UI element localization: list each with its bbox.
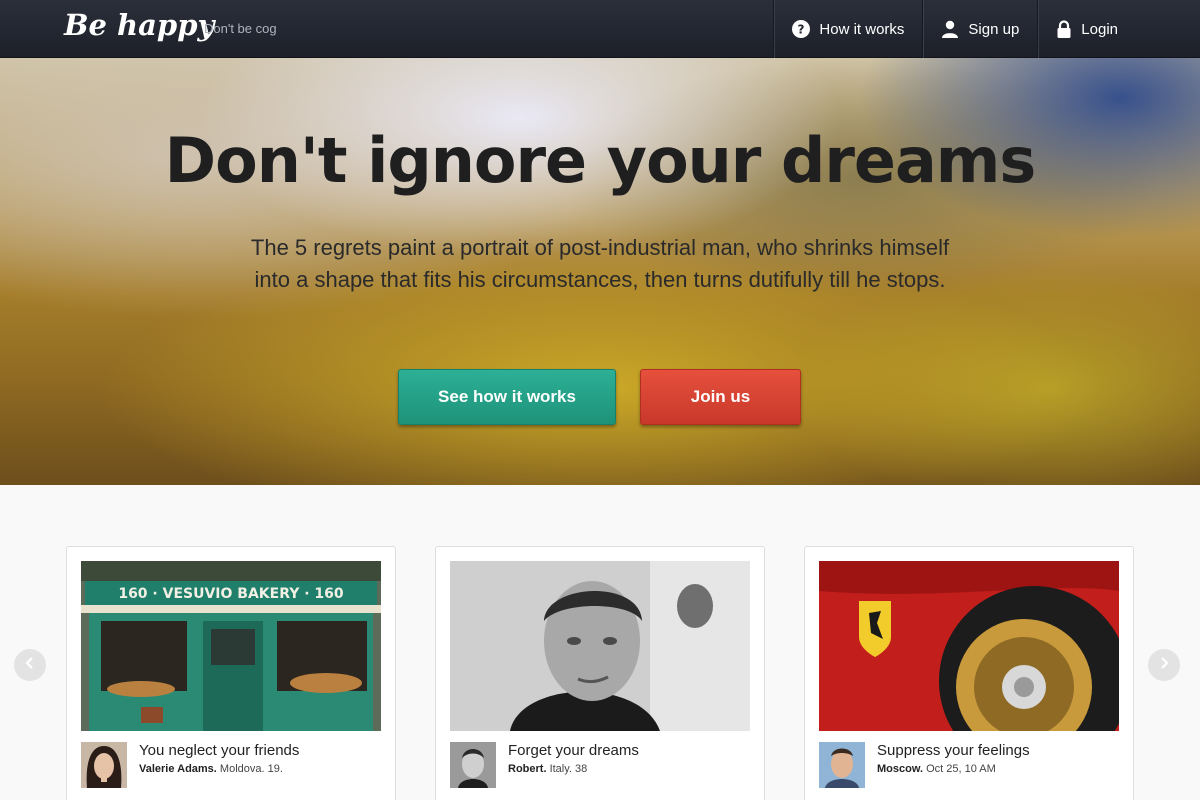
brand-logo[interactable]: Be happy bbox=[64, 8, 214, 42]
story-meta: Robert. Italy. 38 bbox=[508, 763, 587, 775]
avatar bbox=[450, 742, 496, 788]
brand-tagline: Don't be cog bbox=[204, 21, 277, 36]
story-title[interactable]: Forget your dreams bbox=[508, 742, 639, 759]
story-card[interactable]: 160 · VESUVIO BAKERY · 160 You neglect y… bbox=[66, 546, 396, 800]
bakery-sign-text: 160 · VESUVIO BAKERY · 160 bbox=[118, 586, 344, 602]
top-navbar: Be happy Don't be cog ? How it works Sig… bbox=[0, 0, 1200, 58]
carousel-next-button[interactable] bbox=[1148, 649, 1180, 681]
story-meta: Valerie Adams. Moldova. 19. bbox=[139, 763, 283, 775]
story-details: Oct 25, 10 AM bbox=[926, 763, 996, 775]
nav-sign-up[interactable]: Sign up bbox=[922, 0, 1037, 58]
stories-carousel: 160 · VESUVIO BAKERY · 160 You neglect y… bbox=[0, 485, 1200, 800]
chevron-left-icon bbox=[25, 656, 35, 674]
carousel-prev-button[interactable] bbox=[14, 649, 46, 681]
hero-subtitle: The 5 regrets paint a portrait of post-i… bbox=[250, 235, 950, 292]
question-circle-icon: ? bbox=[792, 20, 811, 38]
see-how-it-works-button[interactable]: See how it works bbox=[398, 369, 616, 425]
story-author: Valerie Adams. bbox=[139, 763, 217, 775]
story-author: Robert. bbox=[508, 763, 547, 775]
story-card[interactable]: Forget your dreams Robert. Italy. 38 bbox=[435, 546, 765, 800]
hero-title: Don't ignore your dreams bbox=[164, 124, 1037, 197]
avatar bbox=[819, 742, 865, 788]
story-title[interactable]: You neglect your friends bbox=[139, 742, 299, 759]
nav-sign-up-label: Sign up bbox=[968, 20, 1020, 38]
svg-text:?: ? bbox=[798, 23, 805, 37]
story-title[interactable]: Suppress your feelings bbox=[877, 742, 1030, 759]
story-meta: Moscow. Oct 25, 10 AM bbox=[877, 763, 996, 775]
story-details: Italy. 38 bbox=[549, 763, 588, 775]
nav-how-it-works-label: How it works bbox=[819, 20, 905, 38]
nav-menu: ? How it works Sign up Login bbox=[773, 0, 1136, 58]
bakery-storefront-image: 160 · VESUVIO BAKERY · 160 bbox=[81, 561, 381, 731]
story-author: Moscow. bbox=[877, 763, 924, 775]
chevron-right-icon bbox=[1159, 656, 1169, 674]
nav-login[interactable]: Login bbox=[1037, 0, 1136, 58]
nav-login-label: Login bbox=[1081, 20, 1118, 38]
lock-icon bbox=[1056, 20, 1072, 38]
portrait-photo-image bbox=[450, 561, 750, 731]
hero-banner: Don't ignore your dreams The 5 regrets p… bbox=[0, 58, 1200, 485]
user-icon bbox=[941, 20, 959, 38]
avatar bbox=[81, 742, 127, 788]
ferrari-wheel-image bbox=[819, 561, 1119, 731]
join-us-button[interactable]: Join us bbox=[640, 369, 801, 425]
story-card[interactable]: Suppress your feelings Moscow. Oct 25, 1… bbox=[804, 546, 1134, 800]
nav-how-it-works[interactable]: ? How it works bbox=[773, 0, 922, 58]
story-details: Moldova. 19. bbox=[219, 763, 283, 775]
